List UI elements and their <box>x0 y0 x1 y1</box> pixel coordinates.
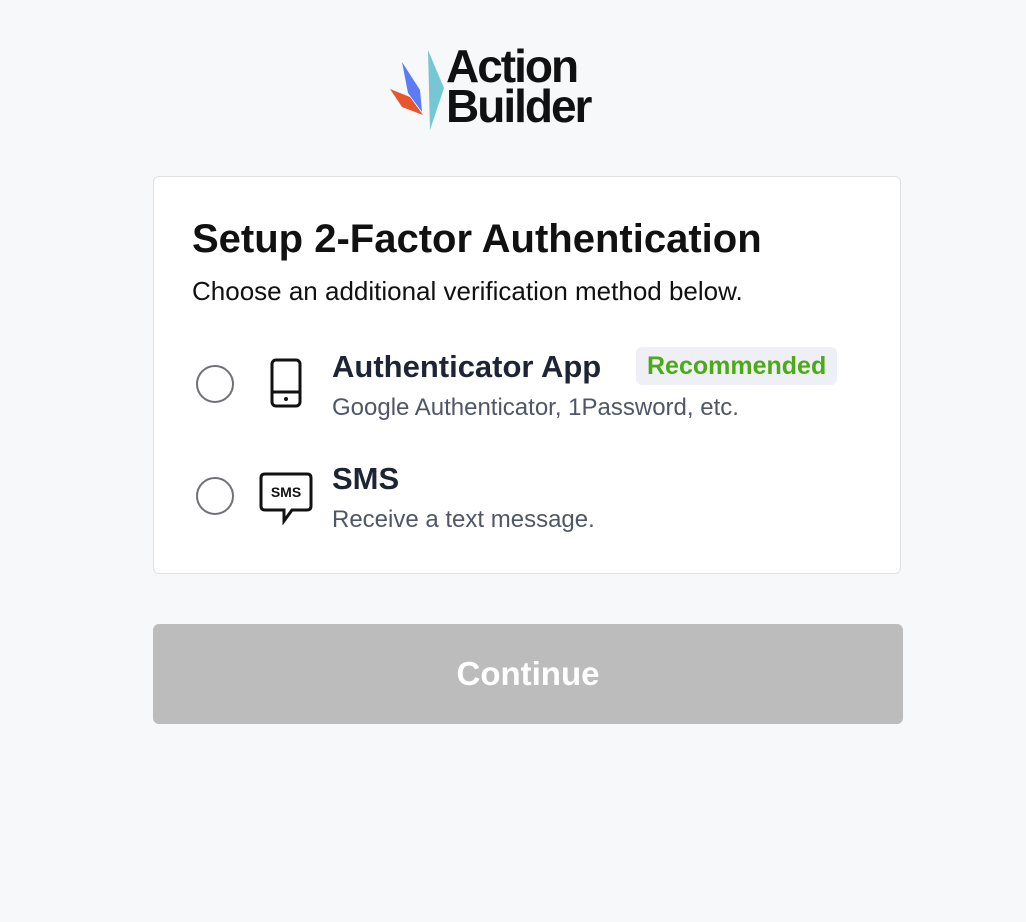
smartphone-icon <box>270 358 302 408</box>
continue-button[interactable]: Continue <box>153 624 903 724</box>
option-description-authenticator-app: Google Authenticator, 1Password, etc. <box>332 394 739 421</box>
page-title: Setup 2-Factor Authentication <box>192 217 762 261</box>
sms-icon-text: SMS <box>271 484 301 500</box>
option-sms[interactable]: SMS SMS Receive a text message. <box>192 457 862 547</box>
action-builder-logo: Action Builder <box>386 43 616 134</box>
recommended-badge: Recommended <box>636 347 838 385</box>
option-authenticator-app[interactable]: Authenticator App Recommended Google Aut… <box>192 345 862 435</box>
option-title-authenticator-app: Authenticator App <box>332 349 602 384</box>
radio-authenticator-app[interactable] <box>196 365 234 403</box>
radio-sms[interactable] <box>196 477 234 515</box>
option-description-sms: Receive a text message. <box>332 506 595 533</box>
page-subtitle: Choose an additional verification method… <box>192 276 743 306</box>
logo-wordmark: Action Builder <box>446 43 592 132</box>
logo-mark-icon <box>390 50 444 130</box>
two-factor-setup-card: Setup 2-Factor Authentication Choose an … <box>153 176 901 574</box>
logo-line-builder: Builder <box>446 80 592 132</box>
option-title-sms: SMS <box>332 461 400 496</box>
sms-bubble-icon: SMS <box>259 472 313 525</box>
